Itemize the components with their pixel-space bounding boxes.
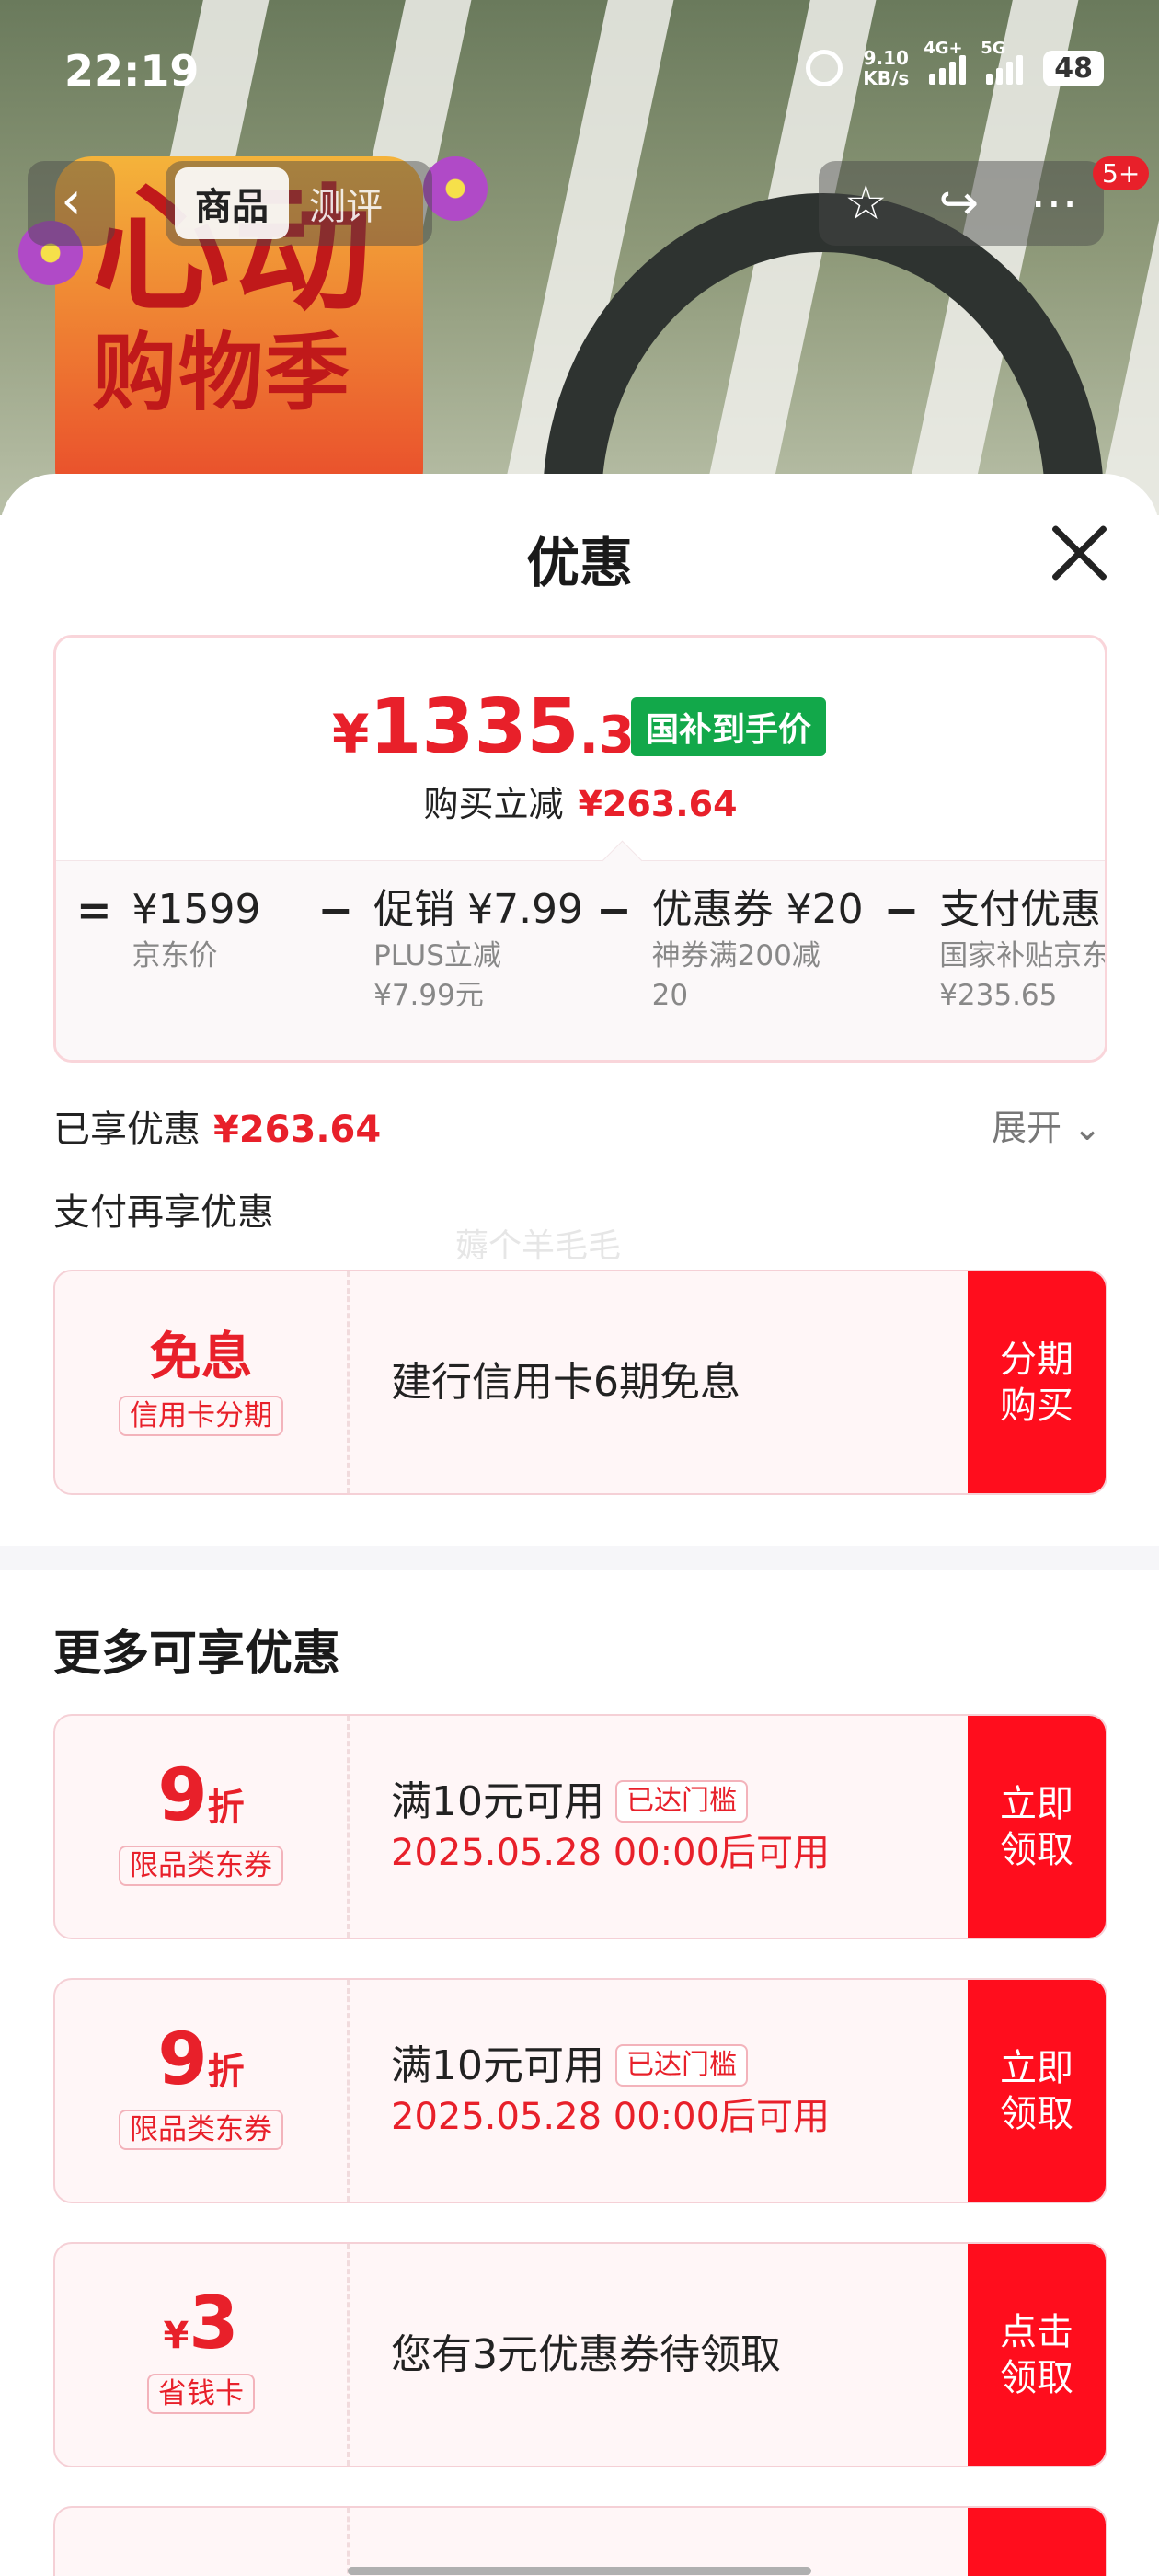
back-button[interactable]: ‹ bbox=[28, 161, 115, 246]
coupon-validity: 2025.05.28 00:00后可用 bbox=[391, 1831, 831, 1874]
chevron-left-icon: ‹ bbox=[61, 171, 82, 231]
share-icon[interactable]: ↪ bbox=[939, 176, 980, 231]
section-divider bbox=[0, 1546, 1159, 1570]
signal-icon: 4G+ bbox=[924, 39, 967, 85]
minus-sign: − bbox=[317, 885, 354, 935]
price-card: ¥1335.36 国补到手价 购买立减 ¥263.64 = ¥1599 京东价 −… bbox=[53, 635, 1107, 1063]
tab-bar: 商品 测评 bbox=[166, 161, 432, 246]
coupon-tag: 限品类东券 bbox=[119, 1846, 283, 1886]
clock: 22:19 bbox=[64, 46, 200, 96]
home-indicator[interactable] bbox=[348, 2567, 811, 2575]
tab-review[interactable]: 测评 bbox=[289, 167, 403, 239]
nav-actions: ☆ ↪ ⋯ bbox=[819, 161, 1104, 246]
final-price: ¥1335.36 bbox=[332, 684, 671, 771]
price-breakdown: = ¥1599 京东价 − 促销 ¥7.99 PLUS立减 ¥7.99元 − 优… bbox=[56, 860, 1107, 1060]
coupon-tag: 限品类东券 bbox=[119, 2110, 283, 2150]
claim-coupon-button[interactable]: 立即领取 bbox=[968, 1716, 1106, 1938]
threshold-reached-badge: 已达门槛 bbox=[615, 2043, 748, 2087]
star-icon[interactable]: ☆ bbox=[844, 176, 888, 231]
installment-coupon: 免息 信用卡分期 建行信用卡6期免息 分期购买 bbox=[53, 1270, 1107, 1495]
coupon-card: 9折 限品类东券 满10元可用 已达门槛 2025.05.28 00:00后可用 … bbox=[53, 1978, 1107, 2203]
alarm-icon bbox=[806, 50, 843, 86]
pay-more-title: 支付再享优惠 bbox=[53, 1191, 274, 1234]
claim-coupon-button[interactable] bbox=[968, 2508, 1106, 2576]
calc-item-jd-price: ¥1599 京东价 bbox=[132, 886, 261, 973]
coupon-validity: 2025.05.28 00:00后可用 bbox=[391, 2095, 831, 2138]
claim-coupon-button[interactable]: 立即领取 bbox=[968, 1980, 1106, 2202]
tab-product[interactable]: 商品 bbox=[175, 167, 289, 239]
interest-free-label: 免息 bbox=[149, 1327, 253, 1387]
watermark: 薅个羊毛毛 bbox=[455, 1227, 622, 1265]
reduce-line: 购买立减 ¥263.64 bbox=[423, 784, 738, 824]
equals-sign: = bbox=[76, 885, 112, 935]
status-bar: 22:19 9.10 KB/s 4G+ 5G 48 bbox=[0, 37, 1159, 110]
claim-coupon-button[interactable]: 点击领取 bbox=[968, 2244, 1106, 2466]
enjoyed-discount: 已享优惠 ¥263.64 bbox=[53, 1109, 382, 1151]
message-badge: 5+ bbox=[1093, 156, 1150, 190]
coupon-tag: 省钱卡 bbox=[147, 2374, 255, 2414]
calc-item-payment: 支付优惠 ¥ 国家补贴京东 ¥235.65 bbox=[939, 886, 1107, 1013]
close-icon[interactable] bbox=[1049, 520, 1113, 584]
chevron-down-icon: ⌄ bbox=[1073, 1108, 1102, 1148]
sheet-title: 优惠 bbox=[525, 532, 633, 594]
coupon-text: 建行信用卡6期免息 bbox=[391, 1358, 740, 1406]
coupon-card: 9折 限品类东券 满10元可用 已达门槛 2025.05.28 00:00后可用 … bbox=[53, 1714, 1107, 1939]
battery-icon: 48 bbox=[1043, 50, 1104, 86]
gov-subsidy-tag: 国补到手价 bbox=[631, 697, 827, 756]
coupon-card: ¥3 省钱卡 您有3元优惠券待领取 点击领取 bbox=[53, 2242, 1107, 2467]
minus-sign: − bbox=[883, 885, 920, 935]
calc-item-coupon: 优惠券 ¥20 神券满200减 20 bbox=[651, 886, 864, 1013]
expand-button[interactable]: 展开 ⌄ bbox=[992, 1099, 1102, 1150]
calc-item-promotion: 促销 ¥7.99 PLUS立减 ¥7.99元 bbox=[373, 886, 584, 1013]
discount-sheet: 优惠 ¥1335.36 国补到手价 购买立减 ¥263.64 = ¥1599 京东… bbox=[0, 474, 1159, 2576]
coupon-tag: 信用卡分期 bbox=[119, 1395, 283, 1436]
more-icon[interactable]: ⋯ bbox=[1030, 176, 1078, 231]
network-speed: 9.10 KB/s bbox=[863, 47, 910, 89]
installment-buy-button[interactable]: 分期购买 bbox=[968, 1271, 1106, 1493]
more-discounts-title: 更多可享优惠 bbox=[53, 1627, 341, 1682]
signal-icon: 5G bbox=[981, 39, 1024, 85]
minus-sign: − bbox=[596, 885, 632, 935]
coupon-card-partial bbox=[53, 2506, 1107, 2576]
coupon-text: 您有3元优惠券待领取 bbox=[391, 2330, 781, 2378]
threshold-reached-badge: 已达门槛 bbox=[615, 1779, 748, 1823]
